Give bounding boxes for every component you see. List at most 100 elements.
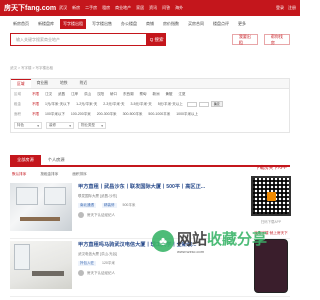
filter-row-area: 区域 不限 江汉 武昌 江岸 洪山 汉阳 硚口 东西湖 蔡甸 新洲 黄陂 江夏 [11, 89, 289, 99]
filter-option[interactable]: 武昌 [58, 92, 65, 97]
sub-nav: 新房首页 新楼盘库 写字楼出租 写字楼出售 办公楼盘 商铺 房价指数 买房合同 … [0, 16, 300, 29]
filter-option[interactable]: 2-3元/平米·天 [103, 102, 124, 107]
top-nav-item[interactable]: 新房 [72, 5, 80, 11]
filter-option[interactable]: 100平米以下 [45, 112, 65, 117]
city-selector[interactable]: 武汉 [59, 5, 67, 11]
filter-option[interactable]: 500-1000平米 [148, 112, 170, 117]
filter-option[interactable]: 1元/平米·天以下 [45, 102, 70, 107]
rent-confirm-button[interactable]: 确定 [210, 101, 223, 107]
filter-option[interactable]: 硚口 [110, 92, 117, 97]
rent-custom-range: 确定 [186, 101, 223, 107]
filter-tab-business[interactable]: 商业圈 [31, 79, 54, 88]
filter-option[interactable]: 3-5元/平米·天 [131, 102, 152, 107]
filter-tab-nearby[interactable]: 附近 [74, 79, 94, 88]
filter-option[interactable]: 汉阳 [97, 92, 104, 97]
subnav-item[interactable]: 商铺 [143, 19, 157, 29]
listing-photo[interactable] [10, 183, 72, 231]
listing-photo[interactable] [10, 241, 72, 289]
subnav-item[interactable]: 楼盘点评 [210, 19, 232, 29]
watermark-text: 网站收藏分享 [177, 228, 267, 249]
filter-option[interactable]: 江夏 [179, 92, 186, 97]
publish-button[interactable]: 我要出租 [231, 34, 258, 45]
subnav-item-active[interactable]: 写字楼出租 [60, 19, 86, 29]
filter-label: 租金 [14, 101, 21, 106]
site-logo[interactable]: 房天下fang.com [4, 3, 56, 13]
qr-code-icon [251, 176, 291, 216]
filter-option[interactable]: 不限 [32, 112, 39, 117]
chevron-down-icon: ▾ [37, 123, 39, 128]
search-button[interactable]: Q 搜索 [147, 33, 166, 46]
chevron-down-icon: ▾ [69, 123, 71, 128]
filter-option[interactable]: 200-300平米 [97, 112, 117, 117]
app-title[interactable]: 下载房天下APP [246, 165, 296, 171]
filter-tabs: 区域 商业圈 地铁 附近 [11, 79, 289, 89]
top-nav-item[interactable]: 海外 [175, 5, 183, 11]
filter-option[interactable]: 江岸 [71, 92, 78, 97]
filter-option[interactable]: 不限 [32, 102, 39, 107]
subnav-more[interactable]: 更多 [235, 19, 249, 29]
filter-option[interactable]: 300-500平米 [123, 112, 143, 117]
breadcrumb[interactable]: 武汉 > 写字楼 > 写字楼出租 [0, 46, 300, 72]
subnav-item[interactable]: 房价指数 [160, 19, 182, 29]
filter-option[interactable]: 洪山 [84, 92, 91, 97]
tab-all-listings[interactable]: 全部房源 [10, 155, 41, 165]
watermark-logo-icon: ♣ [152, 230, 174, 252]
top-nav-item[interactable]: 家居 [136, 5, 144, 11]
filter-option[interactable]: 100-200平米 [71, 112, 91, 117]
find-house-button[interactable]: 帮你找房 [263, 34, 290, 45]
tag-badge: 精装修 [102, 203, 117, 208]
rent-max-input[interactable] [198, 101, 209, 107]
filter-option[interactable]: 黄陂 [166, 92, 173, 97]
filter-option[interactable]: 1000平米以上 [176, 112, 198, 117]
tab-personal-listings[interactable]: 个人房源 [41, 155, 72, 165]
sort-by-area[interactable]: 面积排序 [72, 172, 86, 177]
subnav-item[interactable]: 办公楼盘 [118, 19, 140, 29]
listing-area: 120平米 [102, 261, 115, 265]
rent-min-input[interactable] [186, 101, 197, 107]
filter-option[interactable]: 江汉 [45, 92, 52, 97]
decoration-dropdown[interactable]: 装修 ▾ [46, 122, 74, 129]
filter-option[interactable]: 蔡甸 [140, 92, 147, 97]
subnav-item[interactable]: 新楼盘库 [35, 19, 57, 29]
sort-by-rent[interactable]: 按租金排序 [40, 172, 58, 177]
avatar [78, 212, 84, 218]
account-links: 登录 注册 [276, 5, 296, 11]
filter-option[interactable]: 5元/平米·天以上 [158, 102, 183, 107]
feature-dropdown[interactable]: 特色 ▾ [14, 122, 42, 129]
subnav-item[interactable]: 新房首页 [10, 19, 32, 29]
property-type-dropdown[interactable]: 物业类型 ▾ [78, 122, 106, 129]
top-nav-item[interactable]: 商业地产 [115, 5, 131, 11]
filter-option[interactable]: 1-2元/平米·天 [76, 102, 97, 107]
filter-panel: 区域 商业圈 地铁 附近 区域 不限 江汉 武昌 江岸 洪山 汉阳 硚口 东西湖… [10, 78, 290, 133]
top-nav: 新房 二手房 租房 商业地产 家居 资讯 问答 海外 [72, 5, 183, 11]
tag-badge: 拎包入驻 [78, 261, 96, 266]
subnav-item[interactable]: 买房合同 [185, 19, 207, 29]
filter-option[interactable]: 新洲 [153, 92, 160, 97]
filter-tab-area[interactable]: 区域 [11, 79, 31, 88]
watermark-text-a: 网站 [177, 231, 208, 248]
top-nav-item[interactable]: 问答 [162, 5, 170, 11]
sort-default[interactable]: 默认排序 [12, 172, 26, 177]
dropdown-label: 装修 [49, 123, 56, 127]
top-nav-item[interactable]: 租房 [102, 5, 110, 11]
search-input[interactable]: 输入关键字搜索商业地产 [10, 33, 148, 46]
dropdown-label: 物业类型 [81, 123, 95, 127]
filter-option[interactable]: 东西湖 [123, 92, 134, 97]
dropdown-label: 特色 [17, 123, 24, 127]
top-bar: 房天下fang.com 武汉 新房 二手房 租房 商业地产 家居 资讯 问答 海… [0, 0, 300, 16]
filter-label: 面积 [14, 111, 21, 116]
avatar [78, 270, 84, 276]
filter-row-size: 面积 不限 100平米以下 100-200平米 200-300平米 300-50… [11, 109, 289, 119]
top-nav-item[interactable]: 二手房 [85, 5, 97, 11]
app-subtitle: 扫码下载APP [260, 220, 282, 224]
filter-more-row: 特色 ▾ 装修 ▾ 物业类型 ▾ [11, 119, 289, 132]
filter-option[interactable]: 不限 [32, 92, 39, 97]
filter-label: 区域 [14, 91, 21, 96]
subnav-item[interactable]: 写字楼出售 [89, 19, 115, 29]
register-link[interactable]: 注册 [288, 5, 296, 11]
top-nav-item[interactable]: 资讯 [149, 5, 157, 11]
login-link[interactable]: 登录 [276, 5, 284, 11]
watermark: ♣ 网站收藏分享 www.wzsc.com [152, 228, 267, 254]
tag-badge: 南北通透 [78, 203, 96, 208]
filter-tab-metro[interactable]: 地铁 [54, 79, 74, 88]
